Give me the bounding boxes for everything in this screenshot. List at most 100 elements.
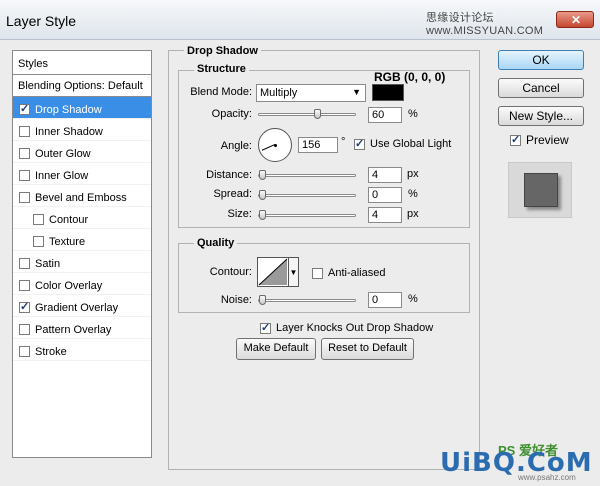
contour-preview[interactable] [257,257,289,287]
reset-to-default-button[interactable]: Reset to Default [321,338,414,360]
use-global-light-option[interactable]: Use Global Light [354,137,452,150]
style-checkbox[interactable] [19,102,30,115]
noise-slider[interactable] [258,299,356,302]
anti-aliased-checkbox[interactable] [312,267,323,279]
anti-aliased-option[interactable]: Anti-aliased [312,267,385,279]
preview-checkbox[interactable] [510,133,521,146]
blend-mode-value: Multiply [260,87,298,99]
style-checkbox[interactable] [19,258,30,269]
spread-unit: % [408,188,418,200]
window-title: Layer Style [6,13,77,29]
layer-style-dialog: Styles Blending Options: Default Drop Sh… [0,40,600,486]
anti-aliased-label: Anti-aliased [328,267,386,279]
style-checkbox[interactable] [19,280,30,291]
style-item-color-overlay[interactable]: Color Overlay [13,273,151,295]
style-item-outer-glow[interactable]: Outer Glow [13,141,151,163]
style-item-drop-shadow[interactable]: Drop Shadow [13,97,151,119]
size-slider[interactable] [258,214,356,217]
style-item-label: Gradient Overlay [35,301,119,314]
style-checkbox[interactable] [19,192,30,203]
preview-shadow-square [524,173,558,207]
style-item-satin[interactable]: Satin [13,251,151,273]
ok-button[interactable]: OK [498,50,584,70]
opacity-label: Opacity: [211,108,252,120]
size-unit: px [407,208,419,220]
drop-shadow-title: Drop Shadow [184,45,261,57]
spread-label: Spread: [213,188,252,200]
rgb-annotation: RGB (0, 0, 0) [374,70,446,84]
style-item-label: Contour [49,213,89,226]
spread-input[interactable]: 0 [368,187,402,203]
size-label: Size: [227,208,252,220]
layer-knocks-out-checkbox[interactable] [260,321,271,334]
style-item-label: Pattern Overlay [35,323,112,336]
angle-label: Angle: [220,140,252,152]
cancel-button[interactable]: Cancel [498,78,584,98]
opacity-input[interactable]: 60 [368,107,402,123]
style-item-label: Outer Glow [35,147,91,160]
blend-mode-select[interactable]: Multiply ▼ [256,84,366,102]
contour-curve-icon [258,258,288,286]
style-item-label: Drop Shadow [35,103,102,116]
style-item-label: Texture [49,235,86,248]
style-item-pattern-overlay[interactable]: Pattern Overlay [13,317,151,339]
noise-input[interactable]: 0 [368,292,402,308]
opacity-slider[interactable] [258,113,356,116]
layer-knocks-out-option[interactable]: Layer Knocks Out Drop Shadow [260,321,434,334]
contour-dropdown-arrow[interactable]: ▼ [289,257,299,287]
style-item-inner-shadow[interactable]: Inner Shadow [13,119,151,141]
style-checkbox[interactable] [33,236,44,247]
style-item-label: Inner Glow [35,169,89,182]
use-global-light-label: Use Global Light [370,138,452,150]
style-item-gradient-overlay[interactable]: Gradient Overlay [13,295,151,317]
style-item-contour[interactable]: Contour [13,207,151,229]
noise-slider-thumb[interactable] [259,295,266,305]
spread-slider-thumb[interactable] [259,190,266,200]
style-checkbox[interactable] [19,346,30,357]
distance-label: Distance: [206,169,252,181]
distance-slider-thumb[interactable] [259,170,266,180]
style-checkbox[interactable] [19,126,30,137]
style-item-texture[interactable]: Texture [13,229,151,251]
style-checkbox[interactable] [19,148,30,159]
opacity-unit: % [408,108,418,120]
new-style-button[interactable]: New Style... [498,106,584,126]
style-item-bevel-and-emboss[interactable]: Bevel and Emboss [13,185,151,207]
styles-list: Styles Blending Options: Default Drop Sh… [12,50,152,458]
blending-options-item[interactable]: Blending Options: Default [13,75,151,97]
size-input[interactable]: 4 [368,207,402,223]
size-slider-thumb[interactable] [259,210,266,220]
style-checkbox[interactable] [19,300,30,313]
spread-slider[interactable] [258,194,356,197]
close-button[interactable]: ✕ [556,11,594,28]
layer-knocks-out-label: Layer Knocks Out Drop Shadow [276,322,434,334]
structure-title: Structure [194,63,249,75]
make-default-button[interactable]: Make Default [236,338,316,360]
opacity-slider-thumb[interactable] [313,109,321,119]
style-item-label: Bevel and Emboss [35,191,127,204]
style-checkbox[interactable] [19,324,30,335]
blend-mode-label: Blend Mode: [190,86,252,98]
chevron-down-icon: ▼ [352,87,361,97]
distance-input[interactable]: 4 [368,167,402,183]
preview-option[interactable]: Preview [510,133,569,147]
title-bar: Layer Style 思缘设计论坛 www.MISSYUAN.COM ✕ [0,0,600,40]
brand-url: www.psahz.com [518,473,576,482]
close-icon: ✕ [571,13,582,27]
angle-dial[interactable] [258,128,292,162]
use-global-light-checkbox[interactable] [354,137,365,150]
quality-title: Quality [194,237,238,249]
noise-unit: % [408,293,418,305]
style-item-stroke[interactable]: Stroke [13,339,151,361]
angle-center-dot [274,144,277,147]
style-checkbox[interactable] [19,170,30,181]
style-item-label: Color Overlay [35,279,103,292]
angle-unit: ° [341,136,346,148]
styles-header[interactable]: Styles [13,51,151,75]
distance-slider[interactable] [258,174,356,177]
style-item-inner-glow[interactable]: Inner Glow [13,163,151,185]
style-checkbox[interactable] [33,214,44,225]
shadow-color-swatch[interactable] [372,84,404,101]
angle-input[interactable]: 156 [298,137,338,153]
distance-unit: px [407,168,419,180]
